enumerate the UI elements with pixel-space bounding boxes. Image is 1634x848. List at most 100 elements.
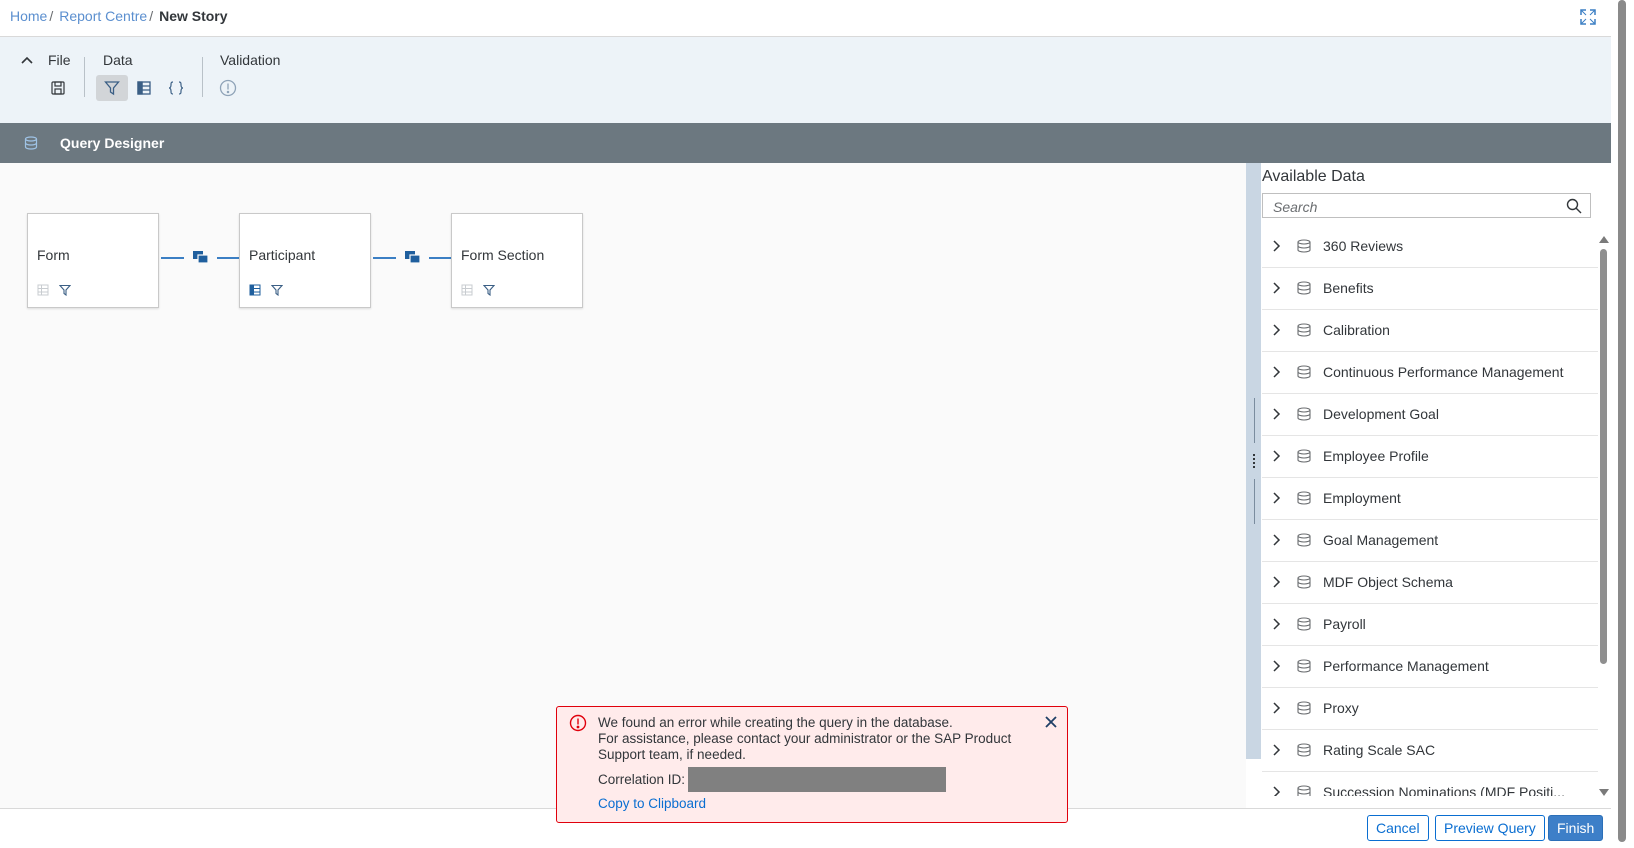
fullscreen-icon[interactable] [1579,8,1597,26]
chevron-right-icon[interactable] [1271,659,1283,673]
breadcrumb-separator: / [49,8,54,24]
node-label: Form Section [461,247,545,263]
chevron-right-icon[interactable] [1271,701,1283,715]
chevron-right-icon[interactable] [1271,323,1283,337]
query-designer-header: Query Designer [0,123,1611,163]
scrollbar-thumb[interactable] [1600,249,1607,664]
chevron-right-icon[interactable] [1271,281,1283,295]
table-icon[interactable] [37,284,49,296]
join-connector [217,257,240,259]
splitter-line [1254,479,1255,524]
list-item[interactable]: Employment [1262,478,1598,520]
formula-icon[interactable] [162,75,190,101]
list-item[interactable]: MDF Object Schema [1262,562,1598,604]
toolbar-divider [84,57,85,97]
list-item-label: 360 Reviews [1323,238,1404,254]
chevron-right-icon[interactable] [1271,575,1283,589]
search-icon[interactable] [1566,198,1582,214]
scroll-down-arrow-icon[interactable] [1599,789,1609,796]
error-message-text: We found an error while creating the que… [598,715,1038,763]
breadcrumb-current: New Story [159,8,228,24]
list-item[interactable]: Benefits [1262,268,1598,310]
error-line-2: For assistance, please contact your admi… [598,731,1012,762]
list-item-label: Succession Nominations (MDF Positi... [1323,784,1565,796]
database-icon [1296,575,1312,589]
list-item[interactable]: Continuous Performance Management [1262,352,1598,394]
correlation-id-value-redacted [688,767,946,792]
validation-warning-icon[interactable] [214,75,242,101]
preview-query-button[interactable]: Preview Query [1435,815,1545,841]
list-item[interactable]: Payroll [1262,604,1598,646]
database-icon [1296,323,1312,337]
chevron-right-icon[interactable] [1271,449,1283,463]
chevron-right-icon[interactable] [1271,743,1283,757]
copy-to-clipboard-link[interactable]: Copy to Clipboard [598,796,706,811]
list-item[interactable]: Proxy [1262,688,1598,730]
node-form[interactable]: Form [27,213,159,308]
list-item[interactable]: Calibration [1262,310,1598,352]
database-icon [1296,449,1312,463]
page-scrollbar-thumb[interactable] [1618,0,1626,842]
node-participant[interactable]: Participant [239,213,371,308]
chevron-right-icon[interactable] [1271,533,1283,547]
list-item[interactable]: 360 Reviews [1262,226,1598,268]
available-data-title: Available Data [1262,168,1365,185]
breadcrumb-report-centre-link[interactable]: Report Centre [59,8,147,24]
list-scrollbar[interactable] [1596,163,1610,808]
node-label: Participant [249,247,316,263]
page-scrollbar[interactable] [1612,0,1634,847]
filter-icon[interactable] [96,75,128,101]
save-icon[interactable] [44,75,72,101]
list-item-label: Rating Scale SAC [1323,742,1436,758]
top-bar: Home / Report Centre / New Story [0,0,1611,37]
breadcrumb-home-link[interactable]: Home [10,8,47,24]
panel-splitter[interactable] [1246,163,1261,759]
chevron-right-icon[interactable] [1271,617,1283,631]
list-item-label: Goal Management [1323,532,1439,548]
list-item[interactable]: Rating Scale SAC [1262,730,1598,772]
collapse-toolbar-icon[interactable] [20,53,34,67]
database-icon [1296,743,1312,757]
list-item[interactable]: Goal Management [1262,520,1598,562]
table-icon[interactable] [249,284,261,296]
splitter-line [1254,398,1255,443]
filter-icon[interactable] [483,284,495,296]
cancel-button[interactable]: Cancel [1367,815,1429,841]
scroll-up-arrow-icon[interactable] [1599,236,1609,243]
chevron-right-icon[interactable] [1271,239,1283,253]
table-icon[interactable] [461,284,473,296]
filter-icon[interactable] [271,284,283,296]
chevron-right-icon[interactable] [1271,491,1283,505]
table-icon[interactable] [130,75,158,101]
database-icon [24,136,38,150]
available-data-panel: Available Data 360 Reviews Benefits Calibr… [1261,163,1611,808]
chevron-right-icon[interactable] [1271,365,1283,379]
list-item[interactable]: Succession Nominations (MDF Positi... [1262,772,1598,796]
close-icon[interactable] [1044,715,1058,729]
database-icon [1296,701,1312,715]
available-data-list: 360 Reviews Benefits Calibration Continuous… [1262,226,1598,796]
chevron-right-icon[interactable] [1271,407,1283,421]
chevron-right-icon[interactable] [1271,785,1283,796]
join-connector [373,257,396,259]
finish-button[interactable]: Finish [1548,815,1604,841]
list-item-label: Payroll [1323,616,1366,632]
search-input[interactable] [1271,197,1555,217]
toolbar-group-file: File [48,52,71,68]
list-item-label: MDF Object Schema [1323,574,1453,590]
toolbar-group-data: Data [103,52,133,68]
database-icon [1296,617,1312,631]
list-item-label: Performance Management [1323,658,1489,674]
database-icon [1296,533,1312,547]
join-icon[interactable] [404,249,422,265]
list-item[interactable]: Performance Management [1262,646,1598,688]
node-form-section[interactable]: Form Section [451,213,583,308]
join-connector [429,257,452,259]
list-item[interactable]: Employee Profile [1262,436,1598,478]
search-field[interactable] [1262,193,1591,218]
database-icon [1296,659,1312,673]
join-icon[interactable] [192,249,210,265]
list-item[interactable]: Development Goal [1262,394,1598,436]
filter-icon[interactable] [59,284,71,296]
splitter-grip-icon[interactable] [1253,454,1255,468]
